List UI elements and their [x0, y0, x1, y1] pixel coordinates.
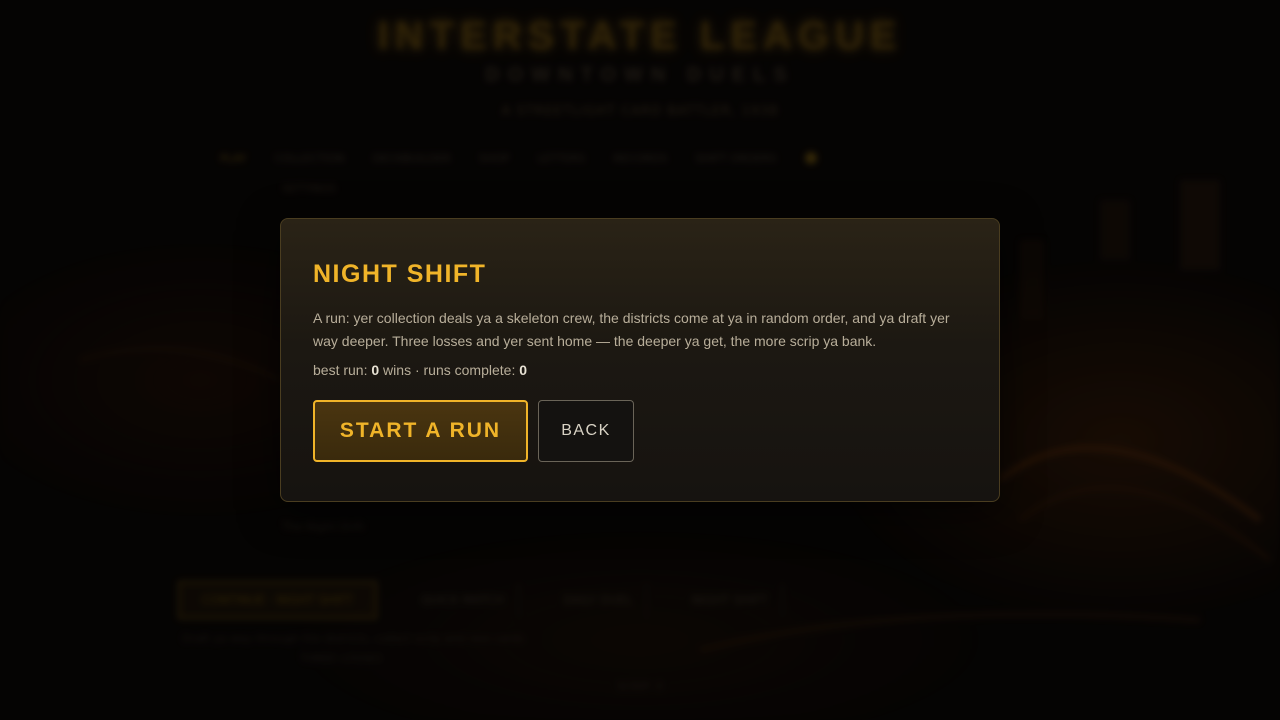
run-stats: best run: 0 wins · runs complete: 0 [313, 362, 967, 378]
back-button[interactable]: BACK [538, 400, 634, 462]
night-shift-dialog: NIGHT SHIFT A run: yer collection deals … [280, 218, 1000, 502]
dialog-description: A run: yer collection deals ya a skeleto… [313, 310, 950, 349]
runs-complete-label: wins · runs complete: [379, 362, 520, 378]
start-run-button[interactable]: START A RUN [313, 400, 528, 462]
best-run-label: best run: [313, 362, 372, 378]
dialog-actions: START A RUN BACK [313, 400, 967, 462]
dialog-title: NIGHT SHIFT [313, 260, 487, 288]
best-run-value: 0 [371, 362, 380, 378]
game-screen: INTERSTATE LEAGUE DOWNTOWN DUELS A STREE… [0, 0, 1280, 720]
runs-complete-value: 0 [519, 362, 528, 378]
